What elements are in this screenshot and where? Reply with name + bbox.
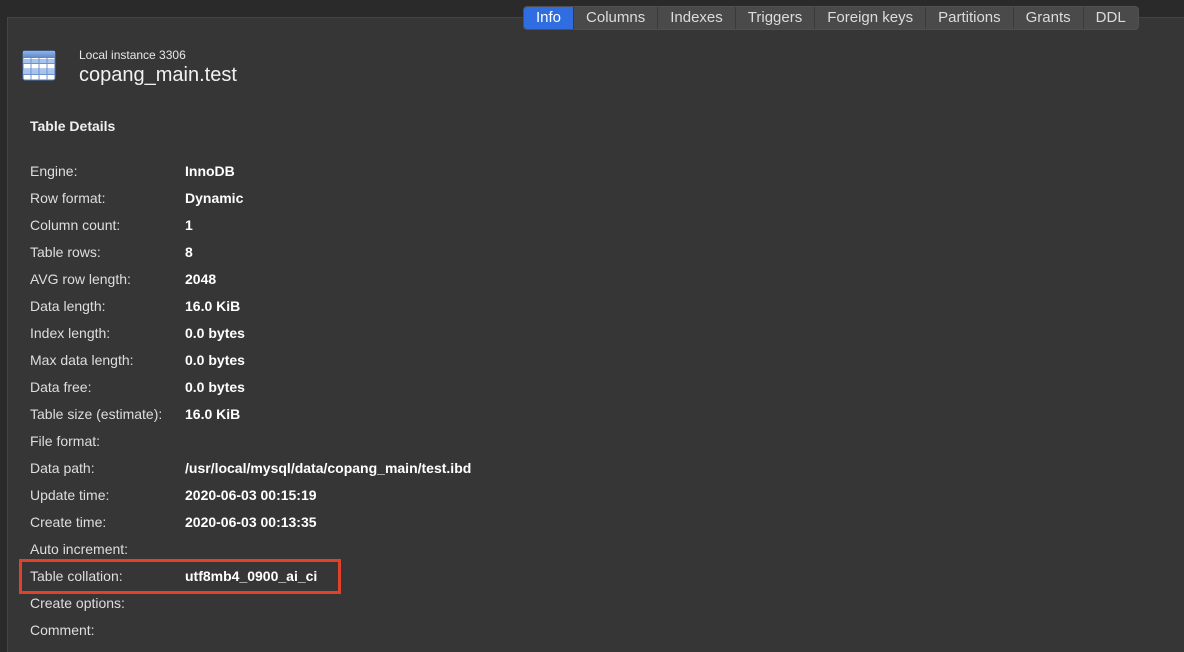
detail-value: 0.0 bytes: [185, 325, 245, 341]
detail-value: 2020-06-03 00:15:19: [185, 487, 317, 503]
tab-partitions[interactable]: Partitions: [925, 7, 1013, 29]
tab-triggers[interactable]: Triggers: [734, 7, 814, 29]
detail-label: Index length:: [30, 325, 111, 341]
tab-bar: Info Columns Indexes Triggers Foreign ke…: [523, 6, 1139, 30]
detail-label: Max data length:: [30, 352, 134, 368]
detail-label: File format:: [30, 433, 101, 449]
section-title: Table Details: [30, 118, 116, 134]
detail-label: Column count:: [30, 217, 121, 233]
detail-value: /usr/local/mysql/data/copang_main/test.i…: [185, 460, 472, 476]
detail-label: Create options:: [30, 595, 125, 611]
detail-value: 0.0 bytes: [185, 379, 245, 395]
detail-label: Comment:: [30, 622, 95, 638]
detail-label: Engine:: [30, 163, 78, 179]
detail-label: Table collation:: [30, 568, 123, 584]
detail-label: Update time:: [30, 487, 110, 503]
window: Info Columns Indexes Triggers Foreign ke…: [0, 0, 1184, 652]
detail-label: Data length:: [30, 298, 106, 314]
tab-grants[interactable]: Grants: [1012, 7, 1083, 29]
tab-columns[interactable]: Columns: [573, 7, 657, 29]
detail-label: Table rows:: [30, 244, 101, 260]
detail-value: Dynamic: [185, 190, 244, 206]
info-panel: [7, 17, 1184, 652]
detail-label: Auto increment:: [30, 541, 129, 557]
detail-label: Create time:: [30, 514, 107, 530]
detail-value: 0.0 bytes: [185, 352, 245, 368]
detail-label: Row format:: [30, 190, 106, 206]
table-name: copang_main.test: [79, 64, 237, 86]
detail-value: 1: [185, 217, 193, 233]
tab-info[interactable]: Info: [524, 7, 574, 29]
tab-foreign-keys[interactable]: Foreign keys: [814, 7, 925, 29]
detail-value: 16.0 KiB: [185, 298, 241, 314]
tab-indexes[interactable]: Indexes: [657, 7, 735, 29]
table-icon: [22, 50, 56, 81]
detail-value: 8: [185, 244, 193, 260]
detail-label: Table size (estimate):: [30, 406, 163, 422]
detail-label: Data path:: [30, 460, 95, 476]
detail-value: 2048: [185, 271, 217, 287]
detail-label: Data free:: [30, 379, 92, 395]
detail-label: AVG row length:: [30, 271, 131, 287]
detail-value: 2020-06-03 00:13:35: [185, 514, 317, 530]
detail-value: utf8mb4_0900_ai_ci: [185, 568, 318, 584]
detail-value: InnoDB: [185, 163, 235, 179]
instance-label: Local instance 3306: [79, 48, 186, 62]
tab-ddl[interactable]: DDL: [1082, 7, 1138, 29]
detail-value: 16.0 KiB: [185, 406, 241, 422]
